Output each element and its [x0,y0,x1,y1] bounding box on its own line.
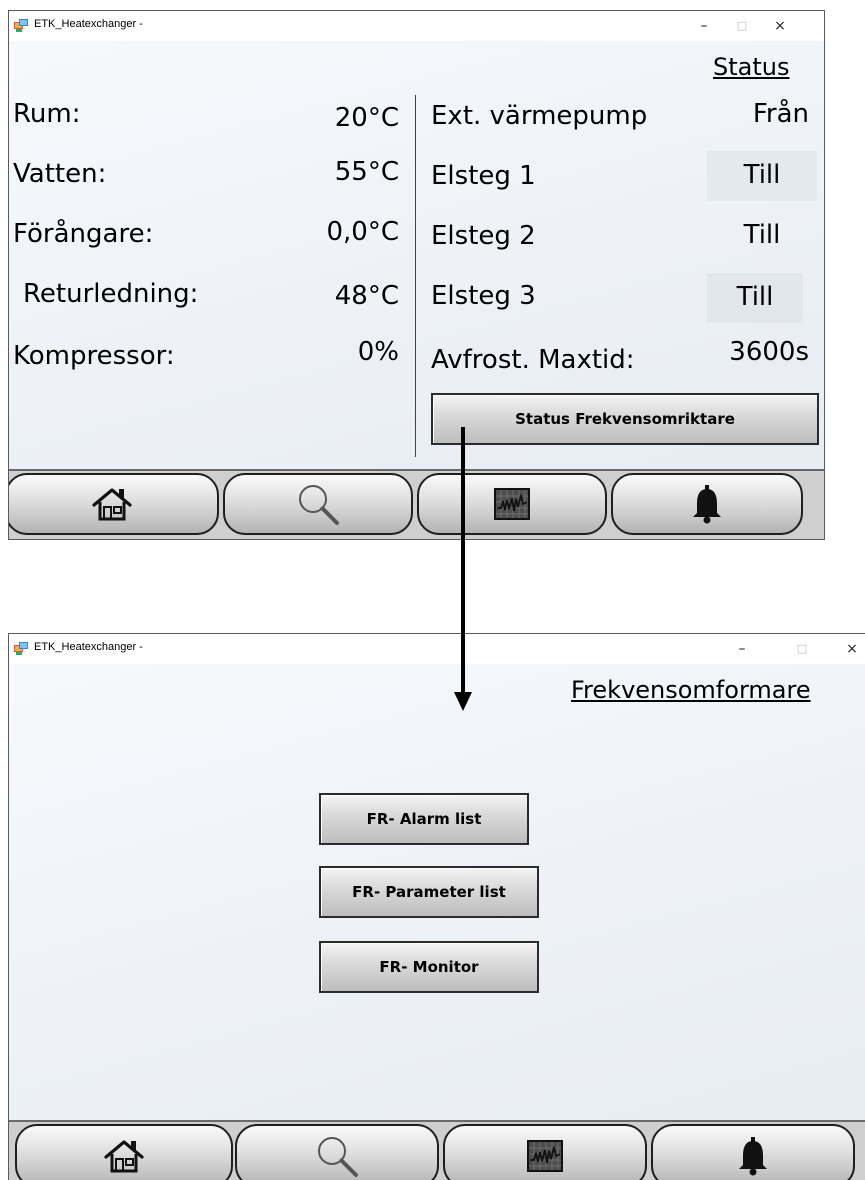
navigation-arrow [454,427,472,711]
